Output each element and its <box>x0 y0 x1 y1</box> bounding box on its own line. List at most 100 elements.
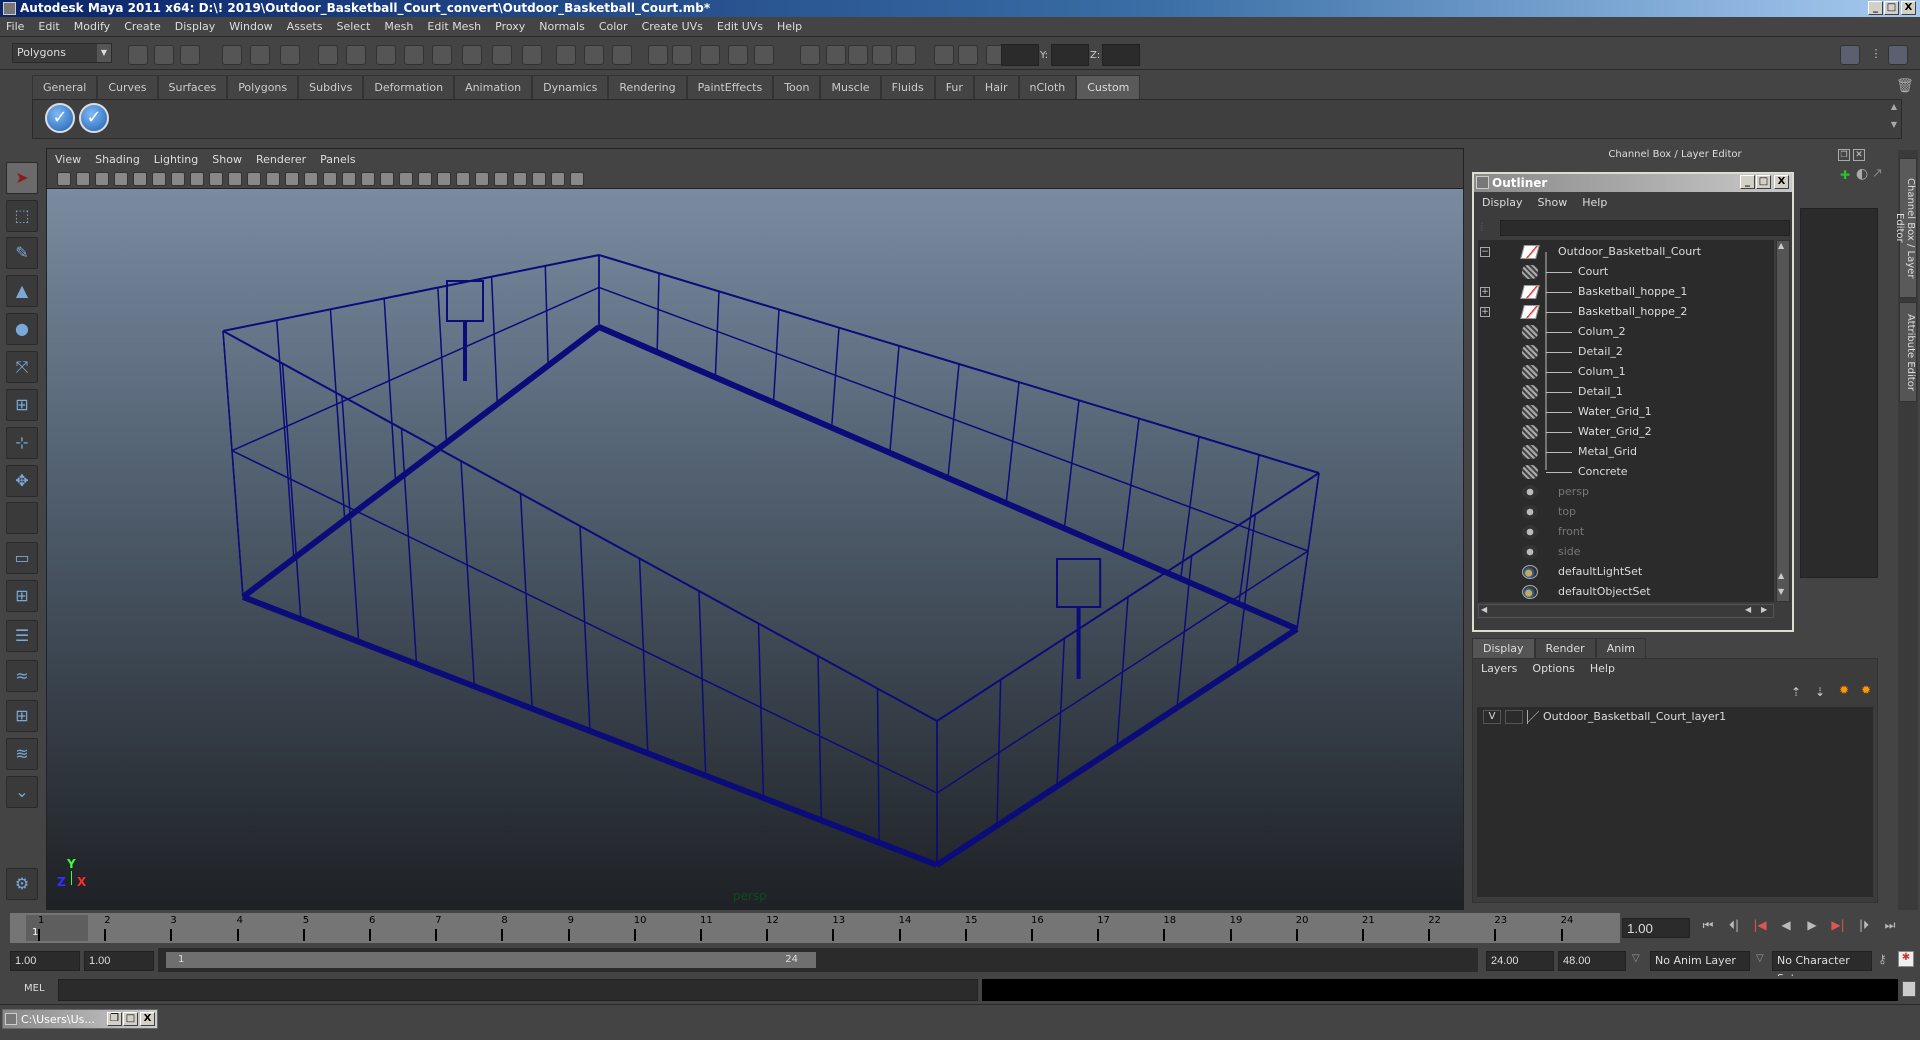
tool-settings-toggle-icon[interactable]: ⋮ <box>1866 45 1886 65</box>
tab-rendering[interactable]: Rendering <box>608 75 687 99</box>
new-layer-selected-icon[interactable]: ✹ <box>1861 683 1871 697</box>
menu-edit-mesh[interactable]: Edit Mesh <box>427 20 481 33</box>
status-tool-icon[interactable] <box>492 45 512 65</box>
scroll-left-icon[interactable]: ◀ <box>1481 605 1487 614</box>
close-button[interactable]: X <box>140 1012 155 1026</box>
collapse-icon[interactable]: − <box>1480 247 1490 257</box>
outliner-item[interactable]: Colum_2 <box>1478 322 1768 342</box>
outliner-item[interactable]: + Basketball_hoppe_1 <box>1478 282 1768 302</box>
viewport-tool-icon[interactable] <box>190 172 204 186</box>
status-tool-icon[interactable] <box>222 45 242 65</box>
tab-polygons[interactable]: Polygons <box>227 75 299 99</box>
outliner-item[interactable]: persp <box>1478 482 1768 502</box>
rotate-tool-icon[interactable]: ● <box>6 313 38 345</box>
viewport-tool-icon[interactable] <box>76 172 90 186</box>
z-coordinate-field[interactable] <box>1102 44 1140 66</box>
status-tool-icon[interactable] <box>826 45 846 65</box>
menu-assets[interactable]: Assets <box>287 20 323 33</box>
chevron-down-icon[interactable]: ▽ <box>1632 953 1640 964</box>
four-view-layout-icon[interactable]: ⊞ <box>6 580 38 612</box>
menu-window[interactable]: Window <box>229 20 272 33</box>
play-backwards-button[interactable]: ◀ <box>1773 918 1799 938</box>
viewport-tool-icon[interactable] <box>475 172 489 186</box>
select-tool-icon[interactable]: ➤ <box>6 162 38 194</box>
status-tool-icon[interactable] <box>958 45 978 65</box>
universal-manipulator-icon[interactable]: ⊞ <box>6 389 38 421</box>
attribute-editor-toggle-icon[interactable] <box>1840 45 1860 65</box>
tab-fur[interactable]: Fur <box>934 75 974 99</box>
tab-ncloth[interactable]: nCloth <box>1018 75 1077 99</box>
menu-create-uvs[interactable]: Create UVs <box>642 20 703 33</box>
outliner-item[interactable]: + Basketball_hoppe_2 <box>1478 302 1768 322</box>
outliner-item[interactable]: top <box>1478 502 1768 522</box>
scale-tool-icon[interactable]: ⤧ <box>6 351 38 383</box>
menu-normals[interactable]: Normals <box>539 20 585 33</box>
viewport-tool-icon[interactable] <box>285 172 299 186</box>
move-layer-up-icon[interactable]: ⇡ <box>1791 685 1801 699</box>
restore-button[interactable]: ❐ <box>107 1012 122 1026</box>
scroll-up-icon[interactable]: ▲ <box>1778 571 1784 580</box>
viewport-menu-panels[interactable]: Panels <box>320 153 355 166</box>
outliner-item[interactable]: front <box>1478 522 1768 542</box>
outliner-item[interactable]: Water_Grid_2 <box>1478 422 1768 442</box>
status-tool-icon[interactable] <box>280 45 300 65</box>
layer-menu-options[interactable]: Options <box>1532 662 1574 675</box>
scroll-down-icon[interactable]: ▼ <box>1778 587 1784 596</box>
check-icon[interactable]: ✓ <box>79 103 109 133</box>
end-time-field[interactable] <box>1558 951 1626 971</box>
float-panel-icon[interactable]: ❐ <box>1838 149 1850 161</box>
close-panel-icon[interactable]: ✕ <box>1853 149 1865 161</box>
tab-hair[interactable]: Hair <box>973 75 1019 99</box>
status-tool-icon[interactable] <box>556 45 576 65</box>
viewport-tool-icon[interactable] <box>494 172 508 186</box>
status-tool-icon[interactable] <box>754 45 774 65</box>
tab-attribute-editor[interactable]: Attribute Editor <box>1899 302 1917 402</box>
outliner-item[interactable]: Court <box>1478 262 1768 282</box>
menu-modify[interactable]: Modify <box>74 20 110 33</box>
play-forwards-button[interactable]: ▶ <box>1799 918 1825 938</box>
tab-toon[interactable]: Toon <box>773 75 821 99</box>
anim-layer-select[interactable]: No Anim Layer <box>1650 951 1750 971</box>
range-slider-handle[interactable]: 1 24 <box>166 952 816 968</box>
menu-create[interactable]: Create <box>124 20 161 33</box>
filter-icon[interactable]: ⁞ <box>1480 220 1484 234</box>
viewport-tool-icon[interactable] <box>437 172 451 186</box>
menu-display[interactable]: Display <box>175 20 216 33</box>
outliner-menu-help[interactable]: Help <box>1582 196 1607 209</box>
viewport-menu-lighting[interactable]: Lighting <box>154 153 198 166</box>
tab-anim[interactable]: Anim <box>1595 638 1646 658</box>
outliner-menu-show[interactable]: Show <box>1538 196 1568 209</box>
tab-deformation[interactable]: Deformation <box>363 75 455 99</box>
check-icon[interactable]: ✓ <box>45 103 75 133</box>
move-tool-icon[interactable]: ▲ <box>6 275 38 307</box>
persp-graph-outliner-layout-icon[interactable]: ≋ <box>6 738 38 770</box>
outliner-maximize-button[interactable]: □ <box>1756 175 1771 189</box>
viewport-tool-icon[interactable] <box>399 172 413 186</box>
outliner-vertical-scrollbar[interactable]: ▲ ▲ ▼ <box>1776 240 1790 602</box>
outliner-persp-layout-icon[interactable]: ☰ <box>6 620 38 652</box>
go-to-end-button[interactable]: ⏭ <box>1877 918 1903 938</box>
script-editor-icon[interactable] <box>1902 981 1916 997</box>
status-tool-icon[interactable] <box>404 45 424 65</box>
tab-animation[interactable]: Animation <box>454 75 533 99</box>
step-back-key-button[interactable]: |◀ <box>1747 918 1773 938</box>
tab-fluids[interactable]: Fluids <box>880 75 935 99</box>
outliner-horizontal-scrollbar[interactable]: ◀ ◀ ▶ <box>1478 604 1774 618</box>
single-perspective-layout-icon[interactable]: ▭ <box>6 542 38 574</box>
layer-menu-help[interactable]: Help <box>1590 662 1615 675</box>
outliner-item[interactable]: defaultObjectSet <box>1478 582 1768 602</box>
key-icon[interactable]: ⚷ <box>1878 952 1887 966</box>
viewport-tool-icon[interactable] <box>133 172 147 186</box>
status-tool-icon[interactable] <box>896 45 916 65</box>
tab-general[interactable]: General <box>32 75 98 99</box>
outliner-filter-input[interactable] <box>1500 220 1790 236</box>
outliner-item[interactable]: side <box>1478 542 1768 562</box>
persp-graph-layout-icon[interactable]: ≈ <box>6 660 38 692</box>
channel-box-toggle-icon[interactable] <box>1888 45 1908 65</box>
shelf-scroll-up-icon[interactable]: ▲ <box>1891 102 1897 111</box>
layer-name[interactable]: Outdoor_Basketball_Court_layer1 <box>1543 710 1726 723</box>
arrow-icon[interactable]: ↗ <box>1872 166 1883 181</box>
outliner-item[interactable]: Detail_2 <box>1478 342 1768 362</box>
viewport-tool-icon[interactable] <box>418 172 432 186</box>
time-slider[interactable]: 1 1 2 3 4 5 6 7 8 9 10 11 12 13 14 15 16 17 18 19 20 21 22 23 2… <box>10 913 1620 943</box>
